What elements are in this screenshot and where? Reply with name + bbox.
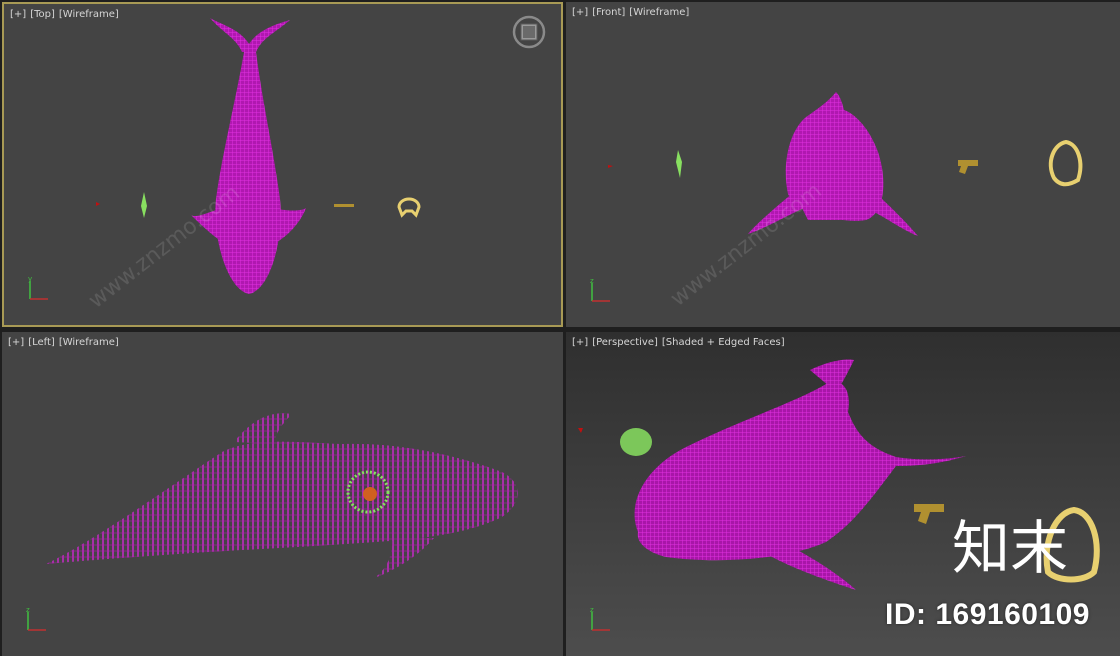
green-object [620,428,652,456]
whale-perspective-mesh [634,359,966,590]
view-name-button[interactable]: [Top] [30,9,55,20]
svg-text:z: z [26,606,30,614]
viewport-label-top: [+] [Top] [Wireframe] [10,9,123,20]
front-scene [608,92,1083,236]
red-marker [578,428,583,433]
red-marker [96,202,100,206]
whale-top-mesh [190,18,306,294]
render-mode-button[interactable]: [Wireframe] [59,337,119,348]
znzmo-logo-watermark: 知末 [952,514,1068,580]
axis-tripod-icon: z [590,606,610,631]
view-name-button[interactable]: [Left] [28,337,55,348]
green-object [141,192,147,218]
render-mode-button[interactable]: [Shaded + Edged Faces] [662,337,785,348]
viewport-label-left: [+] [Left] [Wireframe] [8,337,123,348]
viewcube-icon[interactable] [511,14,547,50]
max-viewport-layout: [+] [Top] [Wireframe] y www.znzmo.com [+… [0,0,1120,656]
ring-object [397,197,421,218]
watermark-id: ID: 169160109 [885,598,1090,631]
top-scene [96,18,421,294]
axis-tripod-icon: y [28,275,48,300]
svg-text:知末: 知末 [952,514,1068,580]
viewport-menu-button[interactable]: [+] [10,9,26,20]
viewport-label-perspective: [+] [Perspective] [Shaded + Edged Faces] [572,337,789,348]
viewport-front[interactable]: [+] [Front] [Wireframe] z www.znzmo.com [566,2,1120,327]
svg-text:z: z [590,277,594,285]
gun-object [958,160,978,174]
viewport-left[interactable]: [+] [Left] [Wireframe] z [2,332,563,656]
red-marker [608,165,613,168]
view-name-button[interactable]: [Front] [592,7,625,18]
axis-tripod-icon: z [26,606,46,631]
viewport-menu-button[interactable]: [+] [572,337,588,348]
ring-object [1048,139,1083,187]
left-scene [46,413,518,578]
viewport-label-front: [+] [Front] [Wireframe] [572,7,693,18]
whale-front-mesh [748,92,918,236]
viewport-top[interactable]: [+] [Top] [Wireframe] y www.znzmo.com [2,2,563,327]
gun-object [914,504,944,524]
svg-text:z: z [590,606,594,614]
render-mode-button[interactable]: [Wireframe] [629,7,689,18]
viewport-menu-button[interactable]: [+] [8,337,24,348]
svg-text:y: y [28,275,32,283]
gun-object [334,204,354,207]
render-mode-button[interactable]: [Wireframe] [59,9,119,20]
view-name-button[interactable]: [Perspective] [592,337,658,348]
green-object [676,150,682,178]
axis-tripod-icon: z [590,277,610,302]
viewport-menu-button[interactable]: [+] [572,7,588,18]
whale-left-mesh [46,413,518,578]
